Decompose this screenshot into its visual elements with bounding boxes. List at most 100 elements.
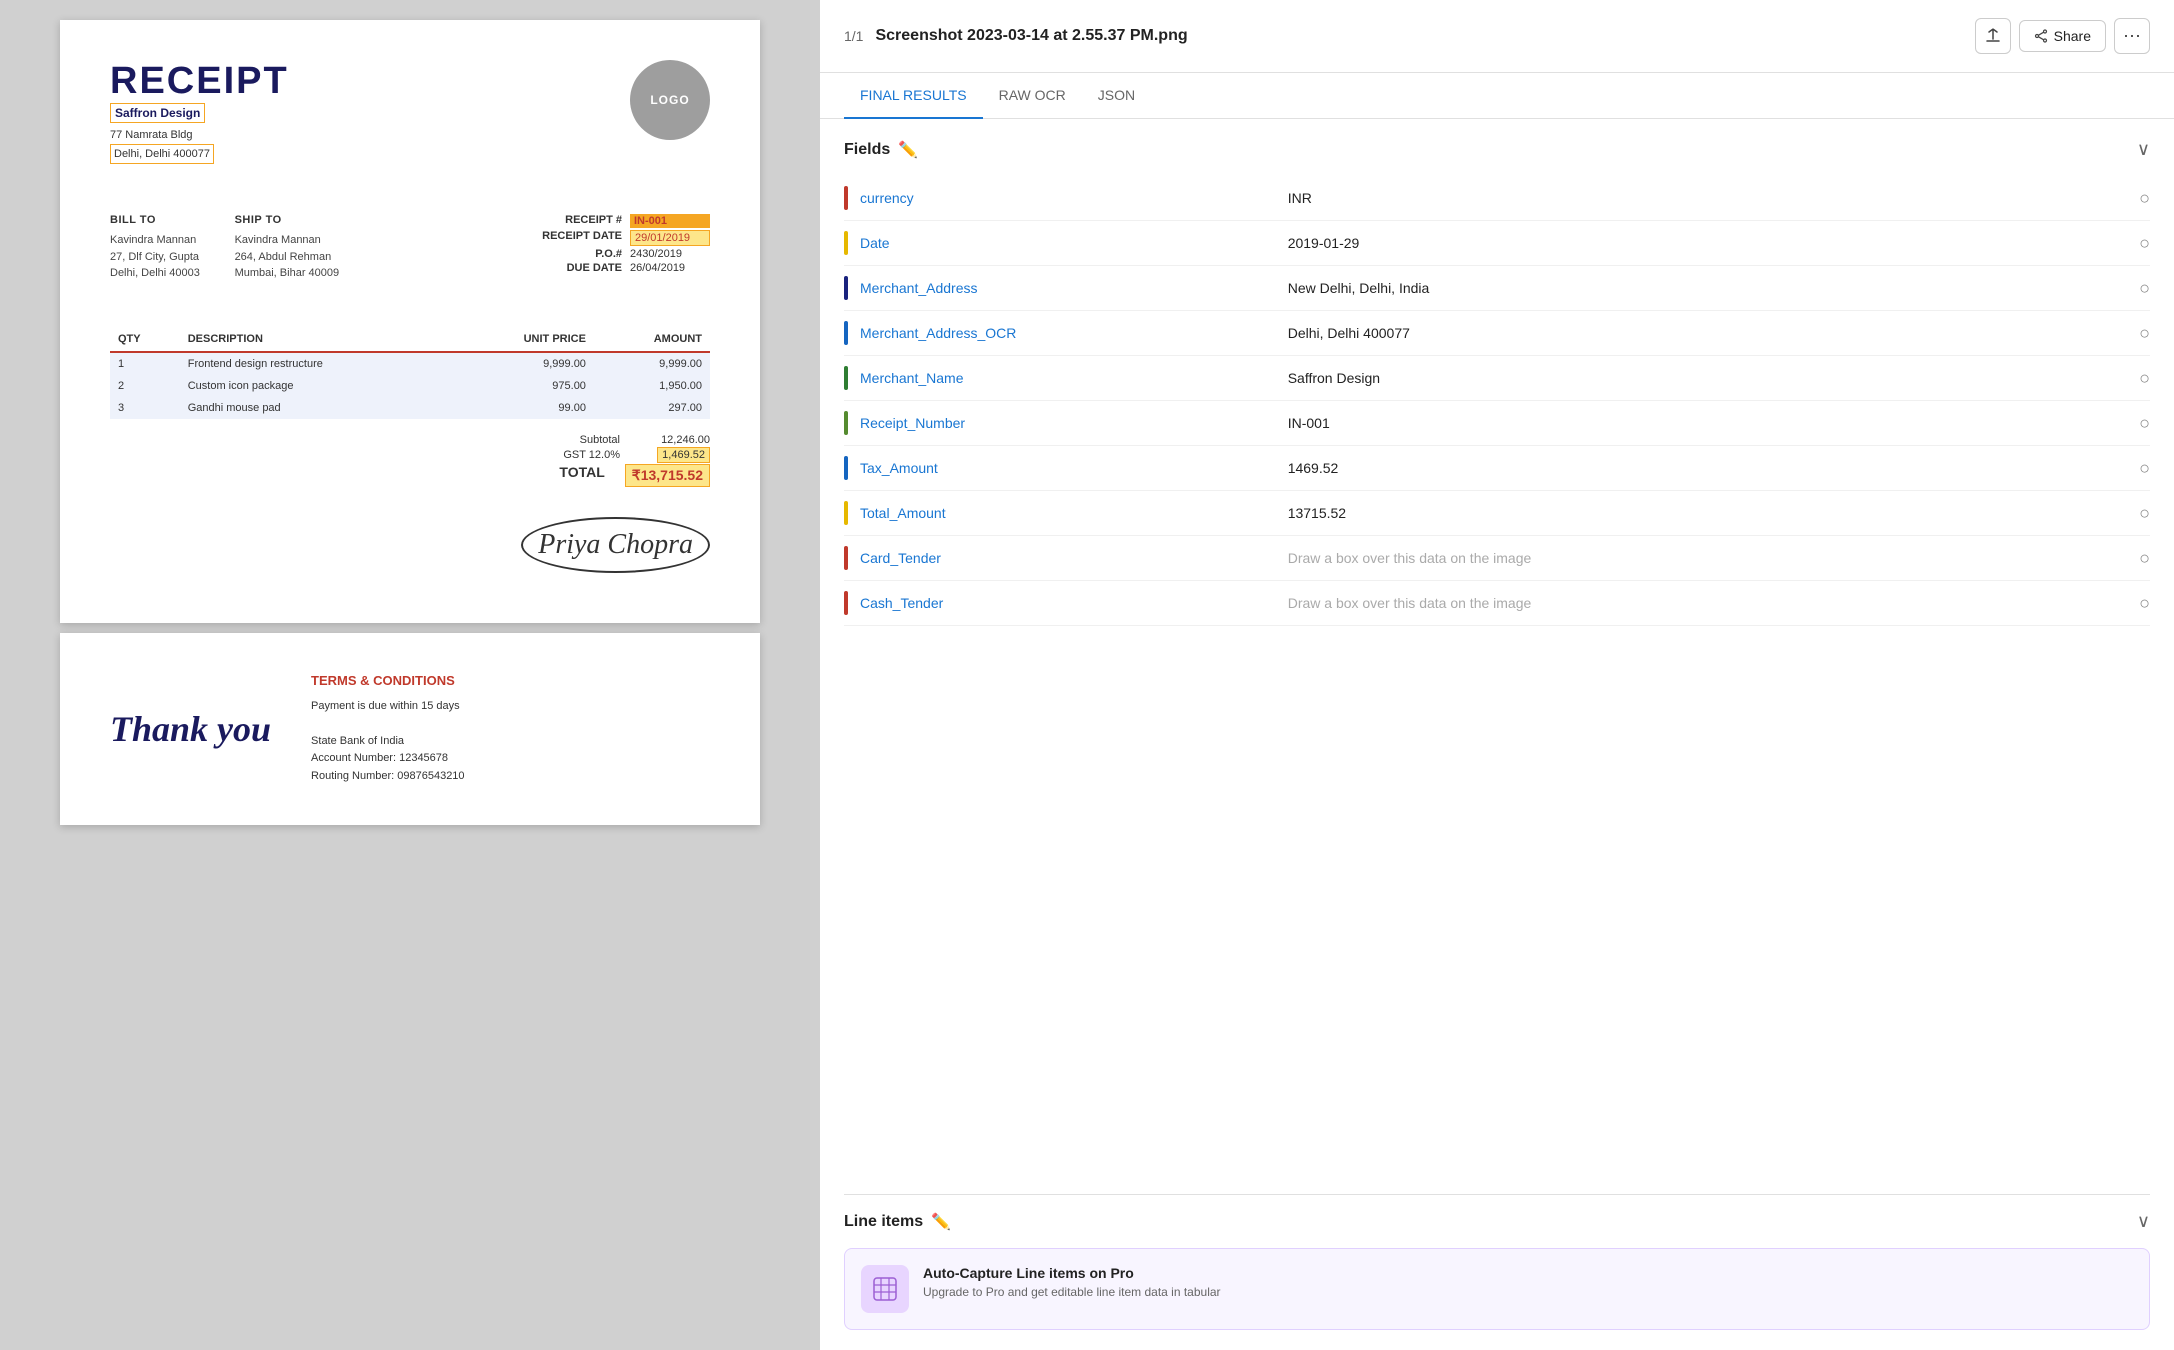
receipt-viewer: RECEIPT Saffron Design 77 Namrata Bldg D…: [0, 0, 820, 1350]
pro-upgrade-card: Auto-Capture Line items on Pro Upgrade t…: [844, 1248, 2150, 1330]
field-check-card_tender[interactable]: ○: [2139, 548, 2150, 569]
field-item-merchant_address_ocr: Merchant_Address_OCR Delhi, Delhi 400077…: [844, 311, 2150, 356]
line-items-edit-icon[interactable]: ✏️: [931, 1212, 951, 1232]
line-items-header: Line items ✏️ ∨: [844, 1194, 2150, 1248]
col-amount: AMOUNT: [594, 327, 710, 352]
subtotal-row: Subtotal 12,246.00: [520, 434, 710, 446]
field-color-bar-date: [844, 231, 848, 255]
table-row: 1 Frontend design restructure 9,999.00 9…: [110, 352, 710, 375]
field-check-date[interactable]: ○: [2139, 233, 2150, 254]
terms-text: Payment is due within 15 days State Bank…: [311, 698, 710, 786]
upload-button[interactable]: [1975, 18, 2011, 54]
right-panel: 1/1 Screenshot 2023-03-14 at 2.55.37 PM.…: [820, 0, 2174, 1350]
field-item-receipt_number: Receipt_Number IN-001 ○: [844, 401, 2150, 446]
share-button[interactable]: Share: [2019, 20, 2106, 52]
field-name-tax_amount[interactable]: Tax_Amount: [860, 460, 1276, 476]
terms-section: TERMS & CONDITIONS Payment is due within…: [311, 673, 710, 786]
tab-raw-ocr[interactable]: RAW OCR: [983, 73, 1082, 119]
more-button[interactable]: ⋯: [2114, 18, 2150, 54]
bill-to: BILL TO Kavindra Mannan 27, Dlf City, Gu…: [110, 214, 215, 282]
receipt-page-2: Thank you TERMS & CONDITIONS Payment is …: [60, 633, 760, 826]
field-name-date[interactable]: Date: [860, 235, 1276, 251]
field-check-merchant_address[interactable]: ○: [2139, 278, 2150, 299]
tax-row: GST 12.0% 1,469.52: [520, 449, 710, 461]
merchant-address-line2: Delhi, Delhi 400077: [110, 144, 289, 165]
fields-collapse-icon[interactable]: ∨: [2137, 139, 2150, 160]
field-item-currency: currency INR ○: [844, 176, 2150, 221]
field-name-receipt_number[interactable]: Receipt_Number: [860, 415, 1276, 431]
field-name-merchant_name[interactable]: Merchant_Name: [860, 370, 1276, 386]
ship-to: SHIP TO Kavindra Mannan 264, Abdul Rehma…: [235, 214, 340, 282]
table-row: 2 Custom icon package 975.00 1,950.00: [110, 375, 710, 397]
due-date-row: DUE DATE 26/04/2019: [532, 262, 710, 274]
tab-final-results[interactable]: FINAL RESULTS: [844, 73, 983, 119]
field-check-total_amount[interactable]: ○: [2139, 503, 2150, 524]
line-items-section: Line items ✏️ ∨ Auto-Capture Line items …: [820, 1194, 2174, 1350]
merchant-info: Saffron Design 77 Namrata Bldg Delhi, De…: [110, 103, 289, 164]
field-name-total_amount[interactable]: Total_Amount: [860, 505, 1276, 521]
field-name-card_tender[interactable]: Card_Tender: [860, 550, 1276, 566]
line-items-collapse-icon[interactable]: ∨: [2137, 1211, 2150, 1232]
field-value-tax_amount: 1469.52: [1288, 460, 2119, 476]
fields-list: currency INR ○ Date 2019-01-29 ○ Merchan…: [844, 176, 2150, 626]
field-item-merchant_name: Merchant_Name Saffron Design ○: [844, 356, 2150, 401]
header-actions: Share ⋯: [1975, 18, 2150, 54]
page-indicator: 1/1: [844, 28, 863, 44]
field-color-bar-card_tender: [844, 546, 848, 570]
field-check-currency[interactable]: ○: [2139, 188, 2150, 209]
field-color-bar-total_amount: [844, 501, 848, 525]
merchant-logo: LOGO: [630, 60, 710, 140]
field-check-merchant_name[interactable]: ○: [2139, 368, 2150, 389]
field-item-cash_tender: Cash_Tender Draw a box over this data on…: [844, 581, 2150, 626]
table-row: 3 Gandhi mouse pad 99.00 297.00: [110, 397, 710, 419]
field-check-receipt_number[interactable]: ○: [2139, 413, 2150, 434]
field-item-date: Date 2019-01-29 ○: [844, 221, 2150, 266]
receipt-num-value: IN-001: [630, 214, 710, 228]
receipt-date-row: RECEIPT DATE 29/01/2019: [532, 230, 710, 246]
field-value-currency: INR: [1288, 190, 2119, 206]
field-color-bar-merchant_address_ocr: [844, 321, 848, 345]
field-check-tax_amount[interactable]: ○: [2139, 458, 2150, 479]
totals-section: Subtotal 12,246.00 GST 12.0% 1,469.52 TO…: [110, 434, 710, 487]
col-desc: DESCRIPTION: [180, 327, 453, 352]
right-header: 1/1 Screenshot 2023-03-14 at 2.55.37 PM.…: [820, 0, 2174, 73]
tab-json[interactable]: JSON: [1082, 73, 1151, 119]
fields-section: Fields ✏️ ∨ currency INR ○ Date 2019-01-…: [820, 119, 2174, 1194]
pro-table-icon: [872, 1276, 898, 1302]
line-items-table: QTY DESCRIPTION UNIT PRICE AMOUNT 1 Fron…: [110, 327, 710, 419]
tabs-bar: FINAL RESULTS RAW OCR JSON: [820, 73, 2174, 119]
field-value-card_tender: Draw a box over this data on the image: [1288, 550, 2119, 566]
receipt-title-block: RECEIPT Saffron Design 77 Namrata Bldg D…: [110, 60, 289, 184]
total-row: TOTAL ₹13,715.52: [505, 464, 710, 487]
merchant-name: Saffron Design: [110, 103, 205, 123]
pro-text: Auto-Capture Line items on Pro Upgrade t…: [923, 1265, 1221, 1299]
merchant-address-line1: 77 Namrata Bldg: [110, 127, 289, 144]
pro-icon-box: [861, 1265, 909, 1313]
field-value-merchant_address: New Delhi, Delhi, India: [1288, 280, 2119, 296]
col-price: UNIT PRICE: [453, 327, 594, 352]
field-name-merchant_address_ocr[interactable]: Merchant_Address_OCR: [860, 325, 1276, 341]
receipt-page-1: RECEIPT Saffron Design 77 Namrata Bldg D…: [60, 20, 760, 623]
field-item-card_tender: Card_Tender Draw a box over this data on…: [844, 536, 2150, 581]
receipt-title: RECEIPT: [110, 60, 289, 103]
field-color-bar-receipt_number: [844, 411, 848, 435]
field-value-cash_tender: Draw a box over this data on the image: [1288, 595, 2119, 611]
field-value-total_amount: 13715.52: [1288, 505, 2119, 521]
field-color-bar-tax_amount: [844, 456, 848, 480]
field-value-date: 2019-01-29: [1288, 235, 2119, 251]
field-name-cash_tender[interactable]: Cash_Tender: [860, 595, 1276, 611]
field-check-cash_tender[interactable]: ○: [2139, 593, 2150, 614]
field-name-currency[interactable]: currency: [860, 190, 1276, 206]
fields-edit-icon[interactable]: ✏️: [898, 140, 918, 160]
field-color-bar-merchant_address: [844, 276, 848, 300]
field-check-merchant_address_ocr[interactable]: ○: [2139, 323, 2150, 344]
file-nav: 1/1 Screenshot 2023-03-14 at 2.55.37 PM.…: [844, 27, 1188, 45]
share-icon: [2034, 29, 2048, 43]
field-color-bar-merchant_name: [844, 366, 848, 390]
receipt-date-value: 29/01/2019: [630, 230, 710, 246]
thank-you-text: Thank you: [110, 708, 271, 750]
field-color-bar-cash_tender: [844, 591, 848, 615]
field-name-merchant_address[interactable]: Merchant_Address: [860, 280, 1276, 296]
billing-section: BILL TO Kavindra Mannan 27, Dlf City, Gu…: [110, 214, 339, 282]
fields-section-title: Fields ✏️: [844, 140, 918, 160]
